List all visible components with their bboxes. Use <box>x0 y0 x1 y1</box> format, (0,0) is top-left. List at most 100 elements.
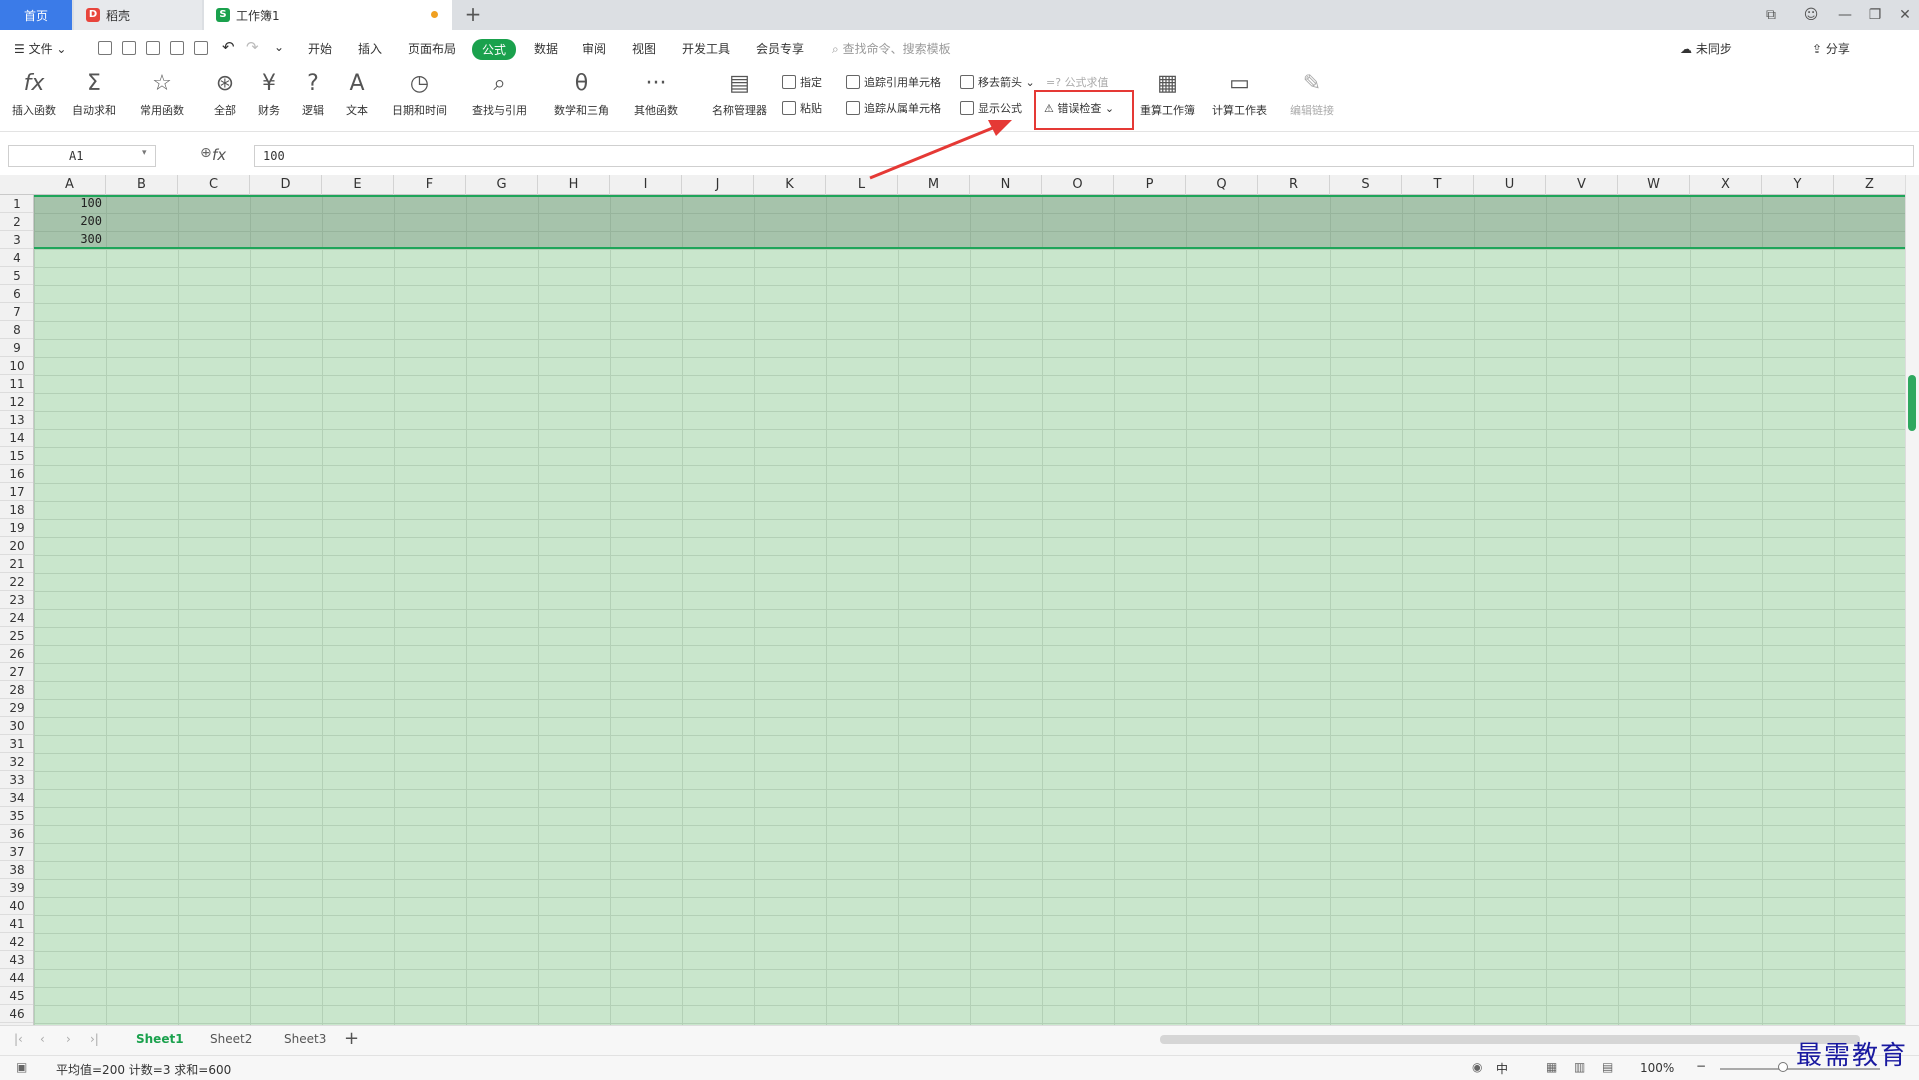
print-icon[interactable] <box>170 41 184 55</box>
save-icon[interactable] <box>122 41 136 55</box>
define-name-button[interactable]: 指定 <box>782 74 822 90</box>
cell-a3[interactable]: 300 <box>34 232 104 246</box>
row-header-25[interactable]: 25 <box>0 627 33 645</box>
row-header-26[interactable]: 26 <box>0 645 33 663</box>
zoom-level[interactable]: 100% <box>1640 1061 1674 1075</box>
logic-button[interactable]: ? 逻辑 <box>298 68 328 118</box>
row-header-28[interactable]: 28 <box>0 681 33 699</box>
column-header-s[interactable]: S <box>1330 175 1402 195</box>
cell-a2[interactable]: 200 <box>34 214 104 228</box>
row-header-18[interactable]: 18 <box>0 501 33 519</box>
sheet-tab-3[interactable]: Sheet3 <box>284 1032 326 1046</box>
row-header-41[interactable]: 41 <box>0 915 33 933</box>
formula-input[interactable]: 100 <box>254 145 1914 167</box>
undo-icon[interactable]: ↶ <box>222 38 235 56</box>
cloud-sync[interactable]: ☁ 未同步 <box>1680 40 1732 57</box>
page-layout-view-icon[interactable]: ▥ <box>1574 1060 1585 1074</box>
recalc-workbook-button[interactable]: ▦ 重算工作簿 <box>1140 68 1195 118</box>
row-header-1[interactable]: 1 <box>0 195 33 213</box>
name-manager-button[interactable]: ▤ 名称管理器 <box>712 68 767 118</box>
column-header-y[interactable]: Y <box>1762 175 1834 195</box>
avatar[interactable]: ☺ <box>1796 0 1826 30</box>
column-header-t[interactable]: T <box>1402 175 1474 195</box>
format-painter-icon[interactable] <box>146 41 160 55</box>
column-header-x[interactable]: X <box>1690 175 1762 195</box>
other-functions-button[interactable]: ··· 其他函数 <box>634 68 678 118</box>
row-header-10[interactable]: 10 <box>0 357 33 375</box>
row-header-37[interactable]: 37 <box>0 843 33 861</box>
row-header-35[interactable]: 35 <box>0 807 33 825</box>
row-header-24[interactable]: 24 <box>0 609 33 627</box>
row-header-11[interactable]: 11 <box>0 375 33 393</box>
row-header-44[interactable]: 44 <box>0 969 33 987</box>
row-header-9[interactable]: 9 <box>0 339 33 357</box>
evaluate-formula-button[interactable]: =? 公式求值 <box>1046 74 1109 90</box>
column-header-k[interactable]: K <box>754 175 826 195</box>
sheet-tab-1[interactable]: Sheet1 <box>136 1032 184 1046</box>
column-header-u[interactable]: U <box>1474 175 1546 195</box>
row-header-31[interactable]: 31 <box>0 735 33 753</box>
column-header-d[interactable]: D <box>250 175 322 195</box>
vertical-scroll-thumb[interactable] <box>1908 375 1916 431</box>
column-header-w[interactable]: W <box>1618 175 1690 195</box>
redo-icon[interactable]: ↷ <box>246 38 259 56</box>
row-header-34[interactable]: 34 <box>0 789 33 807</box>
row-header-19[interactable]: 19 <box>0 519 33 537</box>
column-header-z[interactable]: Z <box>1834 175 1906 195</box>
column-header-f[interactable]: F <box>394 175 466 195</box>
prev-sheet-icon[interactable]: ‹ <box>40 1032 45 1046</box>
column-header-g[interactable]: G <box>466 175 538 195</box>
first-sheet-icon[interactable]: |‹ <box>14 1032 23 1046</box>
quick-access-more-icon[interactable]: ⌄ <box>274 40 284 54</box>
row-header-20[interactable]: 20 <box>0 537 33 555</box>
close-icon[interactable]: ✕ <box>1890 0 1919 30</box>
column-header-v[interactable]: V <box>1546 175 1618 195</box>
column-header-j[interactable]: J <box>682 175 754 195</box>
menu-member[interactable]: 会员专享 <box>756 40 804 57</box>
lookup-button[interactable]: ⌕ 查找与引用 <box>472 68 527 118</box>
zoom-formula-icon[interactable]: ⊕ <box>200 145 212 161</box>
column-header-c[interactable]: C <box>178 175 250 195</box>
row-header-43[interactable]: 43 <box>0 951 33 969</box>
common-functions-button[interactable]: ☆ 常用函数 <box>140 68 184 118</box>
remove-arrows-button[interactable]: 移去箭头 ⌄ <box>960 74 1035 90</box>
row-header-13[interactable]: 13 <box>0 411 33 429</box>
menu-review[interactable]: 审阅 <box>582 40 606 57</box>
row-header-6[interactable]: 6 <box>0 285 33 303</box>
row-header-5[interactable]: 5 <box>0 267 33 285</box>
tab-home[interactable]: 首页 <box>0 0 72 30</box>
cell-grid[interactable] <box>34 195 1905 1025</box>
menu-insert[interactable]: 插入 <box>358 40 382 57</box>
restore-icon[interactable]: ❐ <box>1860 0 1890 30</box>
search-input[interactable]: ⌕ 查找命令、搜索模板 <box>832 40 951 57</box>
name-box[interactable]: A1 <box>8 145 156 167</box>
row-header-23[interactable]: 23 <box>0 591 33 609</box>
new-file-icon[interactable] <box>98 41 112 55</box>
row-header-30[interactable]: 30 <box>0 717 33 735</box>
eye-protect-icon[interactable]: ◉ <box>1472 1060 1482 1074</box>
window-layout-icon[interactable]: ⧉ <box>1756 0 1786 30</box>
row-header-21[interactable]: 21 <box>0 555 33 573</box>
minimize-icon[interactable]: — <box>1830 0 1860 30</box>
name-box-dropdown-icon[interactable]: ▾ <box>142 148 147 158</box>
next-sheet-icon[interactable]: › <box>66 1032 71 1046</box>
tab-docer[interactable]: D 稻壳 <box>74 0 202 30</box>
column-header-m[interactable]: M <box>898 175 970 195</box>
menu-start[interactable]: 开始 <box>308 40 332 57</box>
row-header-7[interactable]: 7 <box>0 303 33 321</box>
column-header-n[interactable]: N <box>970 175 1042 195</box>
column-header-p[interactable]: P <box>1114 175 1186 195</box>
macro-icon[interactable]: ▣ <box>16 1060 27 1074</box>
page-break-view-icon[interactable]: ▤ <box>1602 1060 1613 1074</box>
row-header-12[interactable]: 12 <box>0 393 33 411</box>
menu-formula[interactable]: 公式 <box>472 39 517 60</box>
finance-button[interactable]: ¥ 财务 <box>254 68 284 118</box>
row-header-46[interactable]: 46 <box>0 1005 33 1023</box>
fx-label[interactable]: fx <box>212 146 226 164</box>
column-header-l[interactable]: L <box>826 175 898 195</box>
edit-links-button[interactable]: ✎ 编辑链接 <box>1290 68 1334 118</box>
file-menu[interactable]: ☰ 文件 ⌄ <box>14 40 66 57</box>
row-header-8[interactable]: 8 <box>0 321 33 339</box>
row-header-22[interactable]: 22 <box>0 573 33 591</box>
column-header-e[interactable]: E <box>322 175 394 195</box>
